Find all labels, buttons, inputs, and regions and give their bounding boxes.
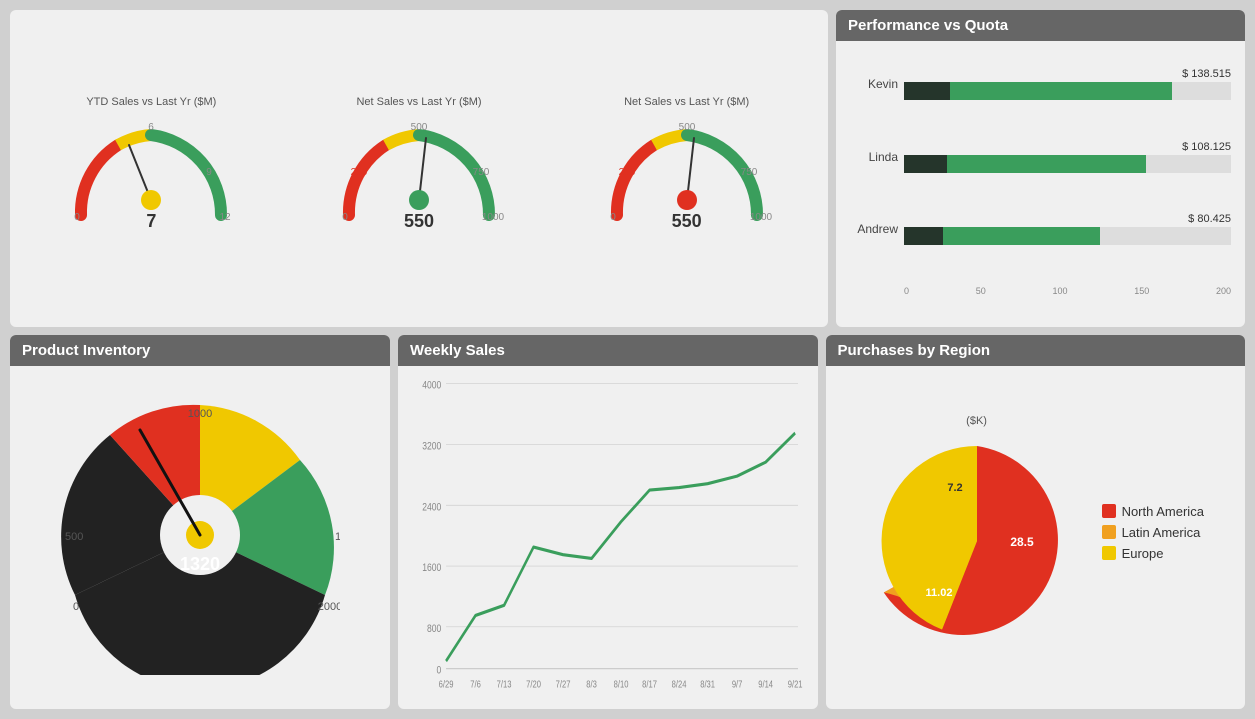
svg-text:11.02: 11.02 bbox=[925, 587, 952, 599]
svg-text:800: 800 bbox=[427, 623, 442, 635]
svg-text:500: 500 bbox=[65, 531, 83, 543]
weekly-sales-panel: Weekly Sales 4000 3200 2400 1600 800 0 bbox=[398, 335, 818, 709]
inventory-header: Product Inventory bbox=[10, 335, 390, 366]
svg-text:9: 9 bbox=[207, 167, 213, 178]
svg-text:7/27: 7/27 bbox=[556, 678, 571, 689]
perf-kevin-amount: $ 138.515 bbox=[904, 68, 1231, 80]
svg-text:12: 12 bbox=[220, 212, 232, 223]
perf-andrew-name: Andrew bbox=[850, 222, 898, 236]
svg-text:0: 0 bbox=[610, 212, 616, 223]
svg-text:6: 6 bbox=[149, 122, 155, 133]
gauge-container: YTD Sales vs Last Yr ($M) 0 3 6 9 12 bbox=[10, 10, 828, 327]
perf-kevin-bar: $ 138.515 bbox=[904, 68, 1231, 100]
svg-text:0: 0 bbox=[342, 212, 348, 223]
perf-andrew-bar: $ 80.425 bbox=[904, 213, 1231, 245]
perf-andrew-amount: $ 80.425 bbox=[904, 213, 1231, 225]
perf-axis-0: 0 bbox=[904, 286, 909, 296]
svg-text:9/7: 9/7 bbox=[732, 678, 743, 689]
perf-axis-200: 200 bbox=[1216, 286, 1231, 296]
svg-text:750: 750 bbox=[473, 167, 490, 178]
perf-kevin-name: Kevin bbox=[850, 77, 898, 91]
svg-text:2000: 2000 bbox=[318, 601, 340, 613]
legend-europe: Europe bbox=[1102, 546, 1204, 561]
gauge-3: Net Sales vs Last Yr ($M) 0 250 500 750 … bbox=[555, 96, 818, 240]
svg-text:0: 0 bbox=[75, 212, 81, 223]
legend-latin-america-dot bbox=[1102, 525, 1116, 539]
legend-europe-label: Europe bbox=[1122, 546, 1164, 561]
perf-linda-amount: $ 108.125 bbox=[904, 141, 1231, 153]
svg-text:1500: 1500 bbox=[335, 531, 340, 543]
purchases-legend: North America Latin America Europe bbox=[1102, 504, 1204, 567]
svg-text:2400: 2400 bbox=[422, 501, 441, 513]
weekly-sales-header: Weekly Sales bbox=[398, 335, 818, 366]
svg-text:7/20: 7/20 bbox=[526, 678, 541, 689]
svg-text:0: 0 bbox=[73, 601, 79, 613]
gauge-2: Net Sales vs Last Yr ($M) 0 250 500 750 … bbox=[288, 96, 551, 240]
svg-text:8/3: 8/3 bbox=[586, 678, 597, 689]
svg-text:28.5: 28.5 bbox=[1010, 535, 1034, 549]
performance-panel: Performance vs Quota Kevin $ 138.515 bbox=[836, 10, 1245, 327]
svg-text:1000: 1000 bbox=[188, 408, 212, 420]
gauges-panel: YTD Sales vs Last Yr ($M) 0 3 6 9 12 bbox=[10, 10, 828, 327]
svg-text:500: 500 bbox=[678, 122, 695, 133]
legend-latin-america: Latin America bbox=[1102, 525, 1204, 540]
legend-north-america-dot bbox=[1102, 504, 1116, 518]
perf-kevin: Kevin $ 138.515 bbox=[850, 68, 1231, 103]
svg-text:0: 0 bbox=[437, 664, 442, 676]
svg-text:3200: 3200 bbox=[422, 440, 441, 452]
legend-europe-dot bbox=[1102, 546, 1116, 560]
svg-text:1320: 1320 bbox=[180, 554, 220, 574]
gauge-3-value: 550 bbox=[672, 211, 702, 232]
gauge-1-value: 7 bbox=[146, 211, 156, 232]
purchases-chart: ($K) 28.5 11.02 7.2 bbox=[867, 415, 1087, 656]
legend-north-america: North America bbox=[1102, 504, 1204, 519]
svg-text:8/31: 8/31 bbox=[700, 678, 715, 689]
legend-north-america-label: North America bbox=[1122, 504, 1204, 519]
svg-text:7.2: 7.2 bbox=[947, 482, 962, 494]
svg-text:3: 3 bbox=[89, 167, 95, 178]
perf-linda-name: Linda bbox=[850, 150, 898, 164]
svg-text:7/13: 7/13 bbox=[497, 678, 512, 689]
perf-andrew: Andrew $ 80.425 bbox=[850, 213, 1231, 248]
inventory-body: 1000 1500 500 2000 0 1320 bbox=[10, 366, 390, 705]
svg-text:9/14: 9/14 bbox=[758, 678, 773, 689]
svg-text:6/29: 6/29 bbox=[439, 678, 454, 689]
inventory-chart: 1000 1500 500 2000 0 1320 bbox=[60, 395, 340, 675]
gauge-3-title: Net Sales vs Last Yr ($M) bbox=[624, 96, 749, 108]
gauge-2-value: 550 bbox=[404, 211, 434, 232]
svg-text:8/24: 8/24 bbox=[672, 678, 687, 689]
perf-linda: Linda $ 108.125 bbox=[850, 141, 1231, 176]
purchases-body: ($K) 28.5 11.02 7.2 bbox=[826, 366, 1246, 705]
gauge-1: YTD Sales vs Last Yr ($M) 0 3 6 9 12 bbox=[20, 96, 283, 240]
svg-text:1000: 1000 bbox=[750, 212, 773, 223]
legend-latin-america-label: Latin America bbox=[1122, 525, 1201, 540]
purchases-panel: Purchases by Region ($K) 28.5 bbox=[826, 335, 1246, 709]
svg-text:7/6: 7/6 bbox=[470, 678, 481, 689]
weekly-sales-body: 4000 3200 2400 1600 800 0 6/29 7/6 7/13 … bbox=[398, 366, 818, 705]
perf-axis-150: 150 bbox=[1134, 286, 1149, 296]
svg-text:1000: 1000 bbox=[482, 212, 505, 223]
gauge-1-svg: 0 3 6 9 12 7 bbox=[61, 110, 241, 240]
inventory-panel: Product Inventory bbox=[10, 335, 390, 709]
performance-body: Kevin $ 138.515 Linda $ 108.125 bbox=[836, 41, 1245, 323]
svg-text:500: 500 bbox=[411, 122, 428, 133]
perf-linda-bar: $ 108.125 bbox=[904, 141, 1231, 173]
svg-text:250: 250 bbox=[618, 167, 635, 178]
svg-text:250: 250 bbox=[351, 167, 368, 178]
performance-header: Performance vs Quota bbox=[836, 10, 1245, 41]
svg-text:8/10: 8/10 bbox=[614, 678, 629, 689]
gauge-3-svg: 0 250 500 750 1000 550 bbox=[597, 110, 777, 240]
purchases-subtitle: ($K) bbox=[867, 415, 1087, 427]
gauge-2-title: Net Sales vs Last Yr ($M) bbox=[356, 96, 481, 108]
perf-axis-100: 100 bbox=[1052, 286, 1067, 296]
gauge-2-svg: 0 250 500 750 1000 550 bbox=[329, 110, 509, 240]
perf-axis-50: 50 bbox=[976, 286, 986, 296]
purchases-header: Purchases by Region bbox=[826, 335, 1246, 366]
svg-text:1600: 1600 bbox=[422, 562, 441, 574]
svg-text:9/21: 9/21 bbox=[788, 678, 803, 689]
svg-text:750: 750 bbox=[740, 167, 757, 178]
gauge-1-title: YTD Sales vs Last Yr ($M) bbox=[86, 96, 216, 108]
svg-text:4000: 4000 bbox=[422, 379, 441, 391]
svg-text:8/17: 8/17 bbox=[642, 678, 657, 689]
